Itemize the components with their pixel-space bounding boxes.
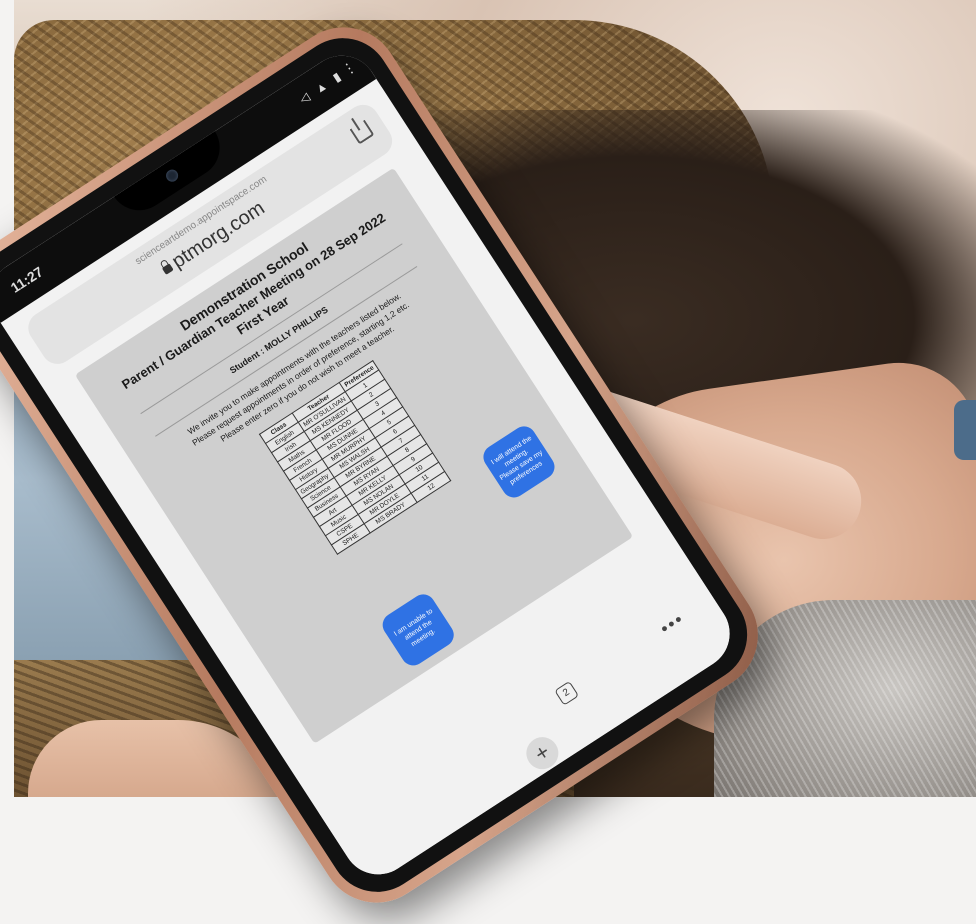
status-time: 11:27	[7, 263, 46, 296]
camera-icon	[163, 167, 181, 184]
lock-icon	[161, 263, 174, 275]
more-options-icon[interactable]: •••	[656, 608, 688, 639]
tabs-count-button[interactable]: 2	[554, 680, 580, 706]
unable-to-attend-button[interactable]: I am unable to attend the meeting.	[378, 589, 459, 671]
signal-battery-icon: ◁ ▲ ▮	[296, 67, 346, 107]
new-tab-button[interactable]: +	[520, 731, 565, 776]
blue-sleeve	[954, 400, 976, 460]
